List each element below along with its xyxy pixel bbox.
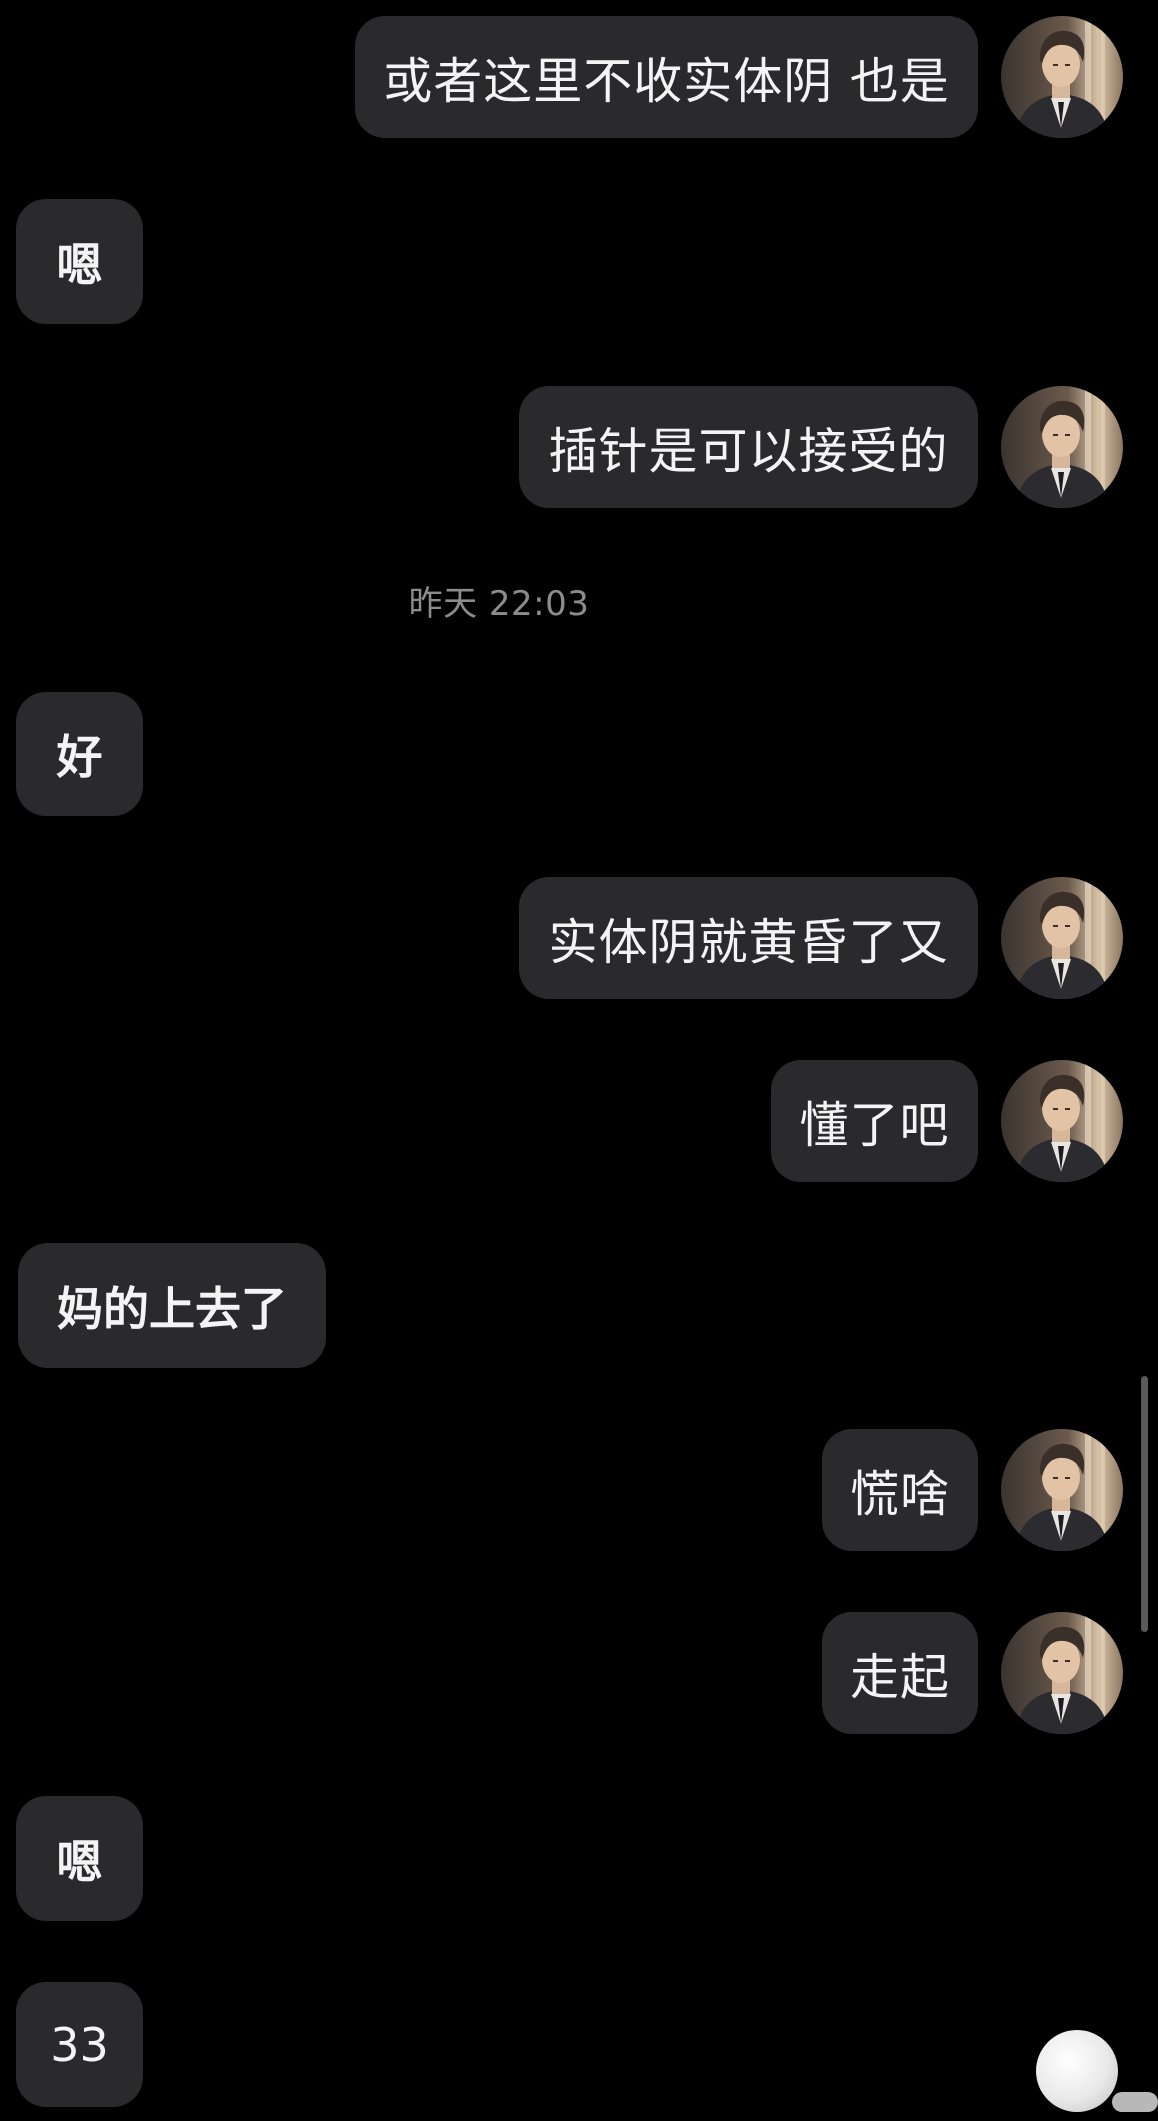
user-avatar-icon[interactable] [1001,877,1123,999]
message-text: 走起 [849,1648,950,1706]
user-avatar-icon[interactable] [1001,1429,1123,1551]
message-bubble-incoming[interactable]: 嗯 [16,1796,143,1921]
user-avatar-icon[interactable] [1001,16,1123,138]
floating-assistant-handle[interactable] [1112,2092,1158,2112]
message-text: 慌啥 [849,1465,950,1523]
message-bubble-outgoing[interactable]: 走起 [822,1612,978,1734]
message-text: 懂了吧 [799,1096,950,1154]
message-text: 嗯 [56,237,103,292]
message-text: 嗯 [56,1834,103,1889]
message-bubble-incoming[interactable]: 妈的上去了 [18,1243,326,1368]
message-text: 妈的上去了 [57,1281,287,1336]
scrollbar-thumb[interactable] [1141,1376,1148,1632]
message-bubble-outgoing[interactable]: 慌啥 [822,1429,978,1551]
message-bubble-outgoing[interactable]: 或者这里不收实体阴 也是 [355,16,978,138]
user-avatar-icon[interactable] [1001,386,1123,508]
message-bubble-incoming[interactable]: 好 [16,692,143,816]
floating-assistant-icon[interactable] [1036,2030,1118,2112]
message-text: 实体阴就黄昏了又 [548,913,949,971]
message-timestamp: 昨天 22:03 [408,584,590,624]
message-bubble-incoming[interactable]: 33 [16,1982,143,2107]
message-text: 插针是可以接受的 [548,422,949,480]
message-text: 或者这里不收实体阴 也是 [383,52,950,110]
user-avatar-icon[interactable] [1001,1060,1123,1182]
message-bubble-outgoing[interactable]: 插针是可以接受的 [519,386,978,508]
message-bubble-outgoing[interactable]: 懂了吧 [771,1060,978,1182]
message-bubble-incoming[interactable]: 嗯 [16,199,143,324]
message-text: 33 [50,2017,109,2072]
message-bubble-outgoing[interactable]: 实体阴就黄昏了又 [519,877,978,999]
user-avatar-icon[interactable] [1001,1612,1123,1734]
message-text: 好 [56,730,103,784]
